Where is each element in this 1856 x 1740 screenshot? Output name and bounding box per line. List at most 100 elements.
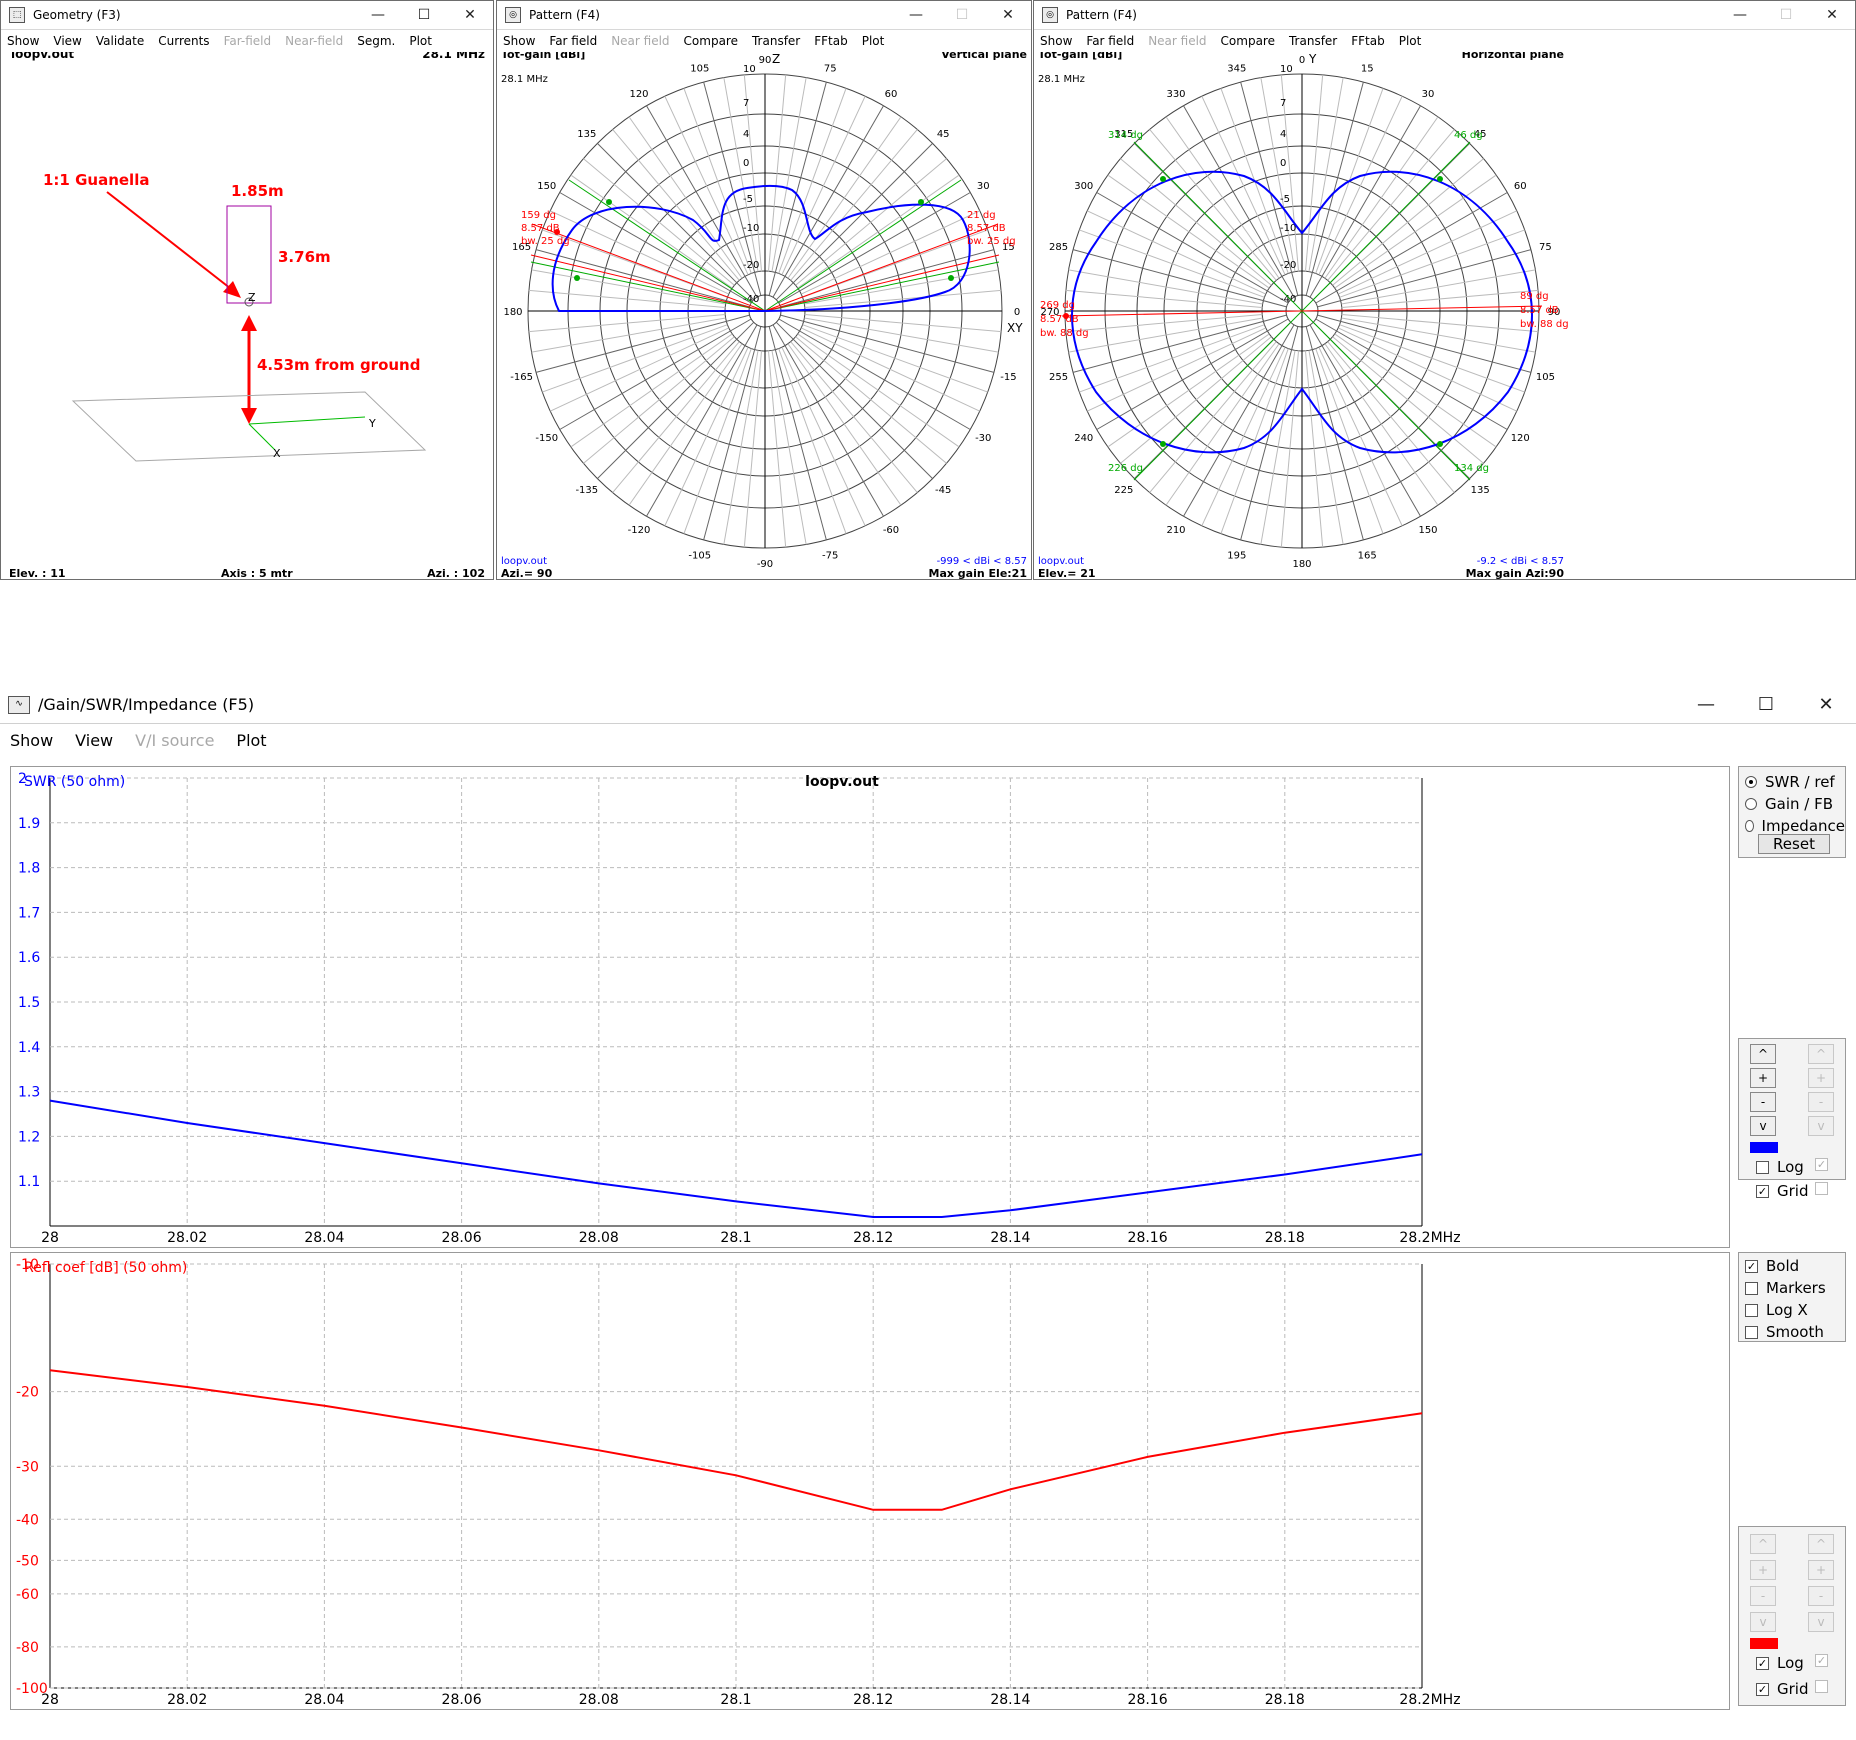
minimize-button[interactable]: — [1717,1,1763,30]
radio-circle[interactable] [1745,776,1757,788]
menu-currents[interactable]: Currents [158,34,209,48]
menu-view[interactable]: View [75,731,113,750]
menu-compare[interactable]: Compare [684,34,738,48]
radio-circle[interactable] [1745,798,1757,810]
zoom-in-button-2[interactable]: + [1808,1068,1834,1088]
scale-down-button-2[interactable]: v [1808,1116,1834,1136]
angle-label: -90 [757,559,773,570]
menu-far-field[interactable]: Far-field [224,34,272,48]
app-icon: ◎ [1042,7,1058,23]
close-button[interactable]: ✕ [985,1,1031,30]
checkbox-box[interactable]: ✓ [1756,1682,1769,1696]
zoom-out-button[interactable]: - [1750,1586,1776,1606]
x-axis-line [248,423,276,451]
geometry-menubar: Show View Validate Currents Far-field Ne… [1,30,493,52]
menu-compare[interactable]: Compare [1221,34,1275,48]
maximize-button[interactable]: ☐ [401,1,447,30]
scale-up-button[interactable]: ^ [1750,1044,1776,1064]
menu-show[interactable]: Show [7,34,39,48]
checkbox-box[interactable]: ✓ [1756,1184,1769,1198]
menu-fftab[interactable]: FFtab [814,34,847,48]
menu-plot[interactable]: Plot [409,34,432,48]
radio-label: Gain / FB [1765,795,1833,813]
swr-chart: 21.91.81.71.61.51.41.31.21.1 28 28.02 28.0… [10,766,1730,1248]
swr-grid2-checkbox[interactable] [1815,1182,1836,1195]
scale-down-button-2[interactable]: v [1808,1612,1834,1632]
checkbox-box[interactable]: ✓ [1745,1259,1758,1273]
gain-swr-titlebar[interactable]: ∿ /Gain/SWR/Impedance (F5) — ☐ ✕ [0,686,1856,724]
swr-color-swatch[interactable] [1750,1142,1778,1153]
refl-color-swatch[interactable] [1750,1638,1778,1649]
checkbox-box[interactable]: ✓ [1815,1654,1828,1667]
checkbox-box[interactable]: ✓ [1756,1656,1769,1670]
checkbox-box[interactable] [1745,1303,1758,1317]
refl-log2-checkbox[interactable]: ✓ [1815,1654,1836,1667]
menu-validate[interactable]: Validate [96,34,144,48]
menu-show[interactable]: Show [10,731,53,750]
menu-plot[interactable]: Plot [236,731,266,750]
menu-near-field[interactable]: Near field [611,34,669,48]
checkbox-box[interactable] [1815,1680,1828,1693]
checkbox-box[interactable] [1745,1281,1758,1295]
radio-swr[interactable]: SWR / ref [1739,771,1845,793]
logx-checkbox[interactable]: Log X [1739,1299,1845,1321]
menu-far-field[interactable]: Far field [1086,34,1134,48]
menu-show[interactable]: Show [503,34,535,48]
swr-log-checkbox[interactable]: Log [1756,1158,1804,1176]
pattern-vertical-titlebar[interactable]: ◎ Pattern (F4) — ☐ ✕ [497,1,1031,30]
angle-label: 180 [1292,559,1311,570]
checkbox-label: Markers [1766,1279,1826,1297]
maximize-button[interactable]: ☐ [1763,1,1809,30]
menu-near-field[interactable]: Near field [1148,34,1206,48]
zoom-in-button-2[interactable]: + [1808,1560,1834,1580]
menu-segm[interactable]: Segm. [357,34,395,48]
maximize-button[interactable]: ☐ [1736,686,1796,724]
geometry-titlebar[interactable]: ⬚ Geometry (F3) — ☐ ✕ [1,1,493,30]
zoom-in-button[interactable]: + [1750,1560,1776,1580]
checkbox-box[interactable] [1815,1182,1828,1195]
reset-button[interactable]: Reset [1758,834,1830,854]
swr-log2-checkbox[interactable]: ✓ [1815,1158,1836,1171]
menu-plot[interactable]: Plot [862,34,885,48]
refl-grid-checkbox[interactable]: ✓ Grid [1756,1680,1808,1698]
zoom-out-button[interactable]: - [1750,1092,1776,1112]
zoom-in-button[interactable]: + [1750,1068,1776,1088]
swr-grid-checkbox[interactable]: ✓ Grid [1756,1182,1808,1200]
close-button[interactable]: ✕ [1809,1,1855,30]
checkbox-box[interactable] [1745,1325,1758,1339]
angle-label: 105 [1536,372,1555,383]
pattern-horizontal-titlebar[interactable]: ◎ Pattern (F4) — ☐ ✕ [1034,1,1855,30]
refl-log-checkbox[interactable]: ✓ Log [1756,1654,1804,1672]
scale-up-button[interactable]: ^ [1750,1534,1776,1554]
zoom-out-button-2[interactable]: - [1808,1586,1834,1606]
menu-fftab[interactable]: FFtab [1351,34,1384,48]
scale-down-button[interactable]: v [1750,1612,1776,1632]
scale-down-button[interactable]: v [1750,1116,1776,1136]
zoom-out-button-2[interactable]: - [1808,1092,1834,1112]
checkbox-box[interactable] [1756,1160,1769,1174]
menu-transfer[interactable]: Transfer [752,34,800,48]
smooth-checkbox[interactable]: Smooth [1739,1321,1845,1343]
checkbox-box[interactable]: ✓ [1815,1158,1828,1171]
minimize-button[interactable]: — [1676,686,1736,724]
bold-checkbox[interactable]: ✓ Bold [1739,1255,1845,1277]
refl-grid2-checkbox[interactable] [1815,1680,1836,1693]
menu-transfer[interactable]: Transfer [1289,34,1337,48]
maximize-button[interactable]: ☐ [939,1,985,30]
scale-up-button-2[interactable]: ^ [1808,1044,1834,1064]
angle-label: 75 [824,64,837,75]
minimize-button[interactable]: — [893,1,939,30]
radio-circle[interactable] [1745,820,1754,832]
close-button[interactable]: ✕ [447,1,493,30]
menu-plot[interactable]: Plot [1399,34,1422,48]
menu-vi-source[interactable]: V/I source [135,731,214,750]
menu-near-field[interactable]: Near-field [285,34,343,48]
menu-show[interactable]: Show [1040,34,1072,48]
minimize-button[interactable]: — [355,1,401,30]
menu-view[interactable]: View [53,34,81,48]
radio-gain[interactable]: Gain / FB [1739,793,1845,815]
scale-up-button-2[interactable]: ^ [1808,1534,1834,1554]
markers-checkbox[interactable]: Markers [1739,1277,1845,1299]
close-button[interactable]: ✕ [1796,686,1856,724]
menu-far-field[interactable]: Far field [549,34,597,48]
